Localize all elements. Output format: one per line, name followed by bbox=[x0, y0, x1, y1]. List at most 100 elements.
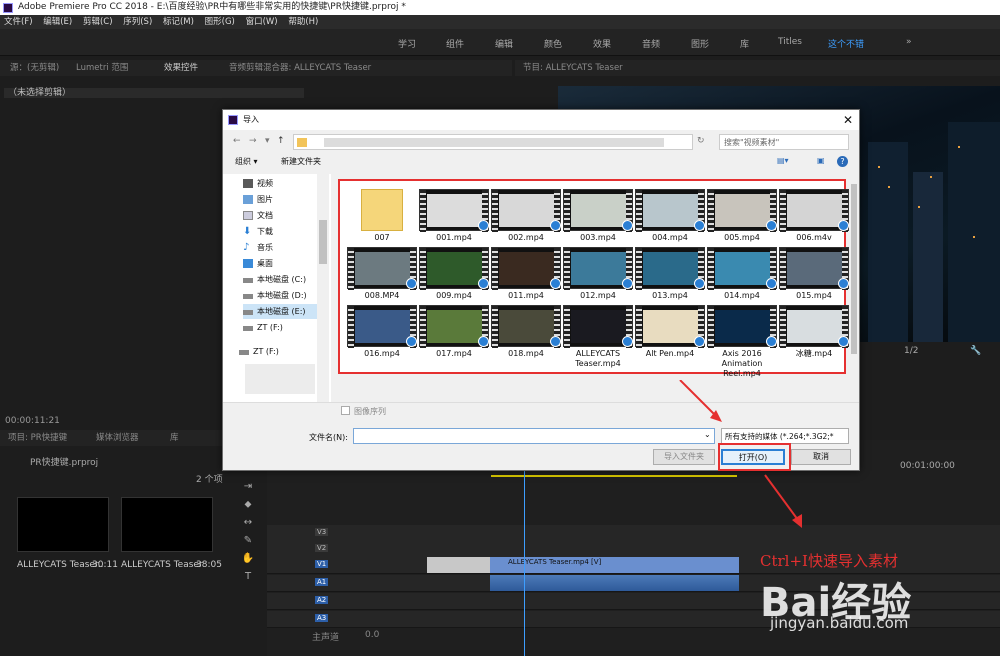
sidebar-item-drive-c[interactable]: 本地磁盘 (C:) bbox=[243, 272, 327, 287]
menu-edit[interactable]: 编辑(E) bbox=[43, 17, 72, 27]
tab-effect-controls[interactable]: 效果控件 bbox=[164, 60, 198, 76]
workspace-graphics[interactable]: 图形 bbox=[691, 37, 709, 50]
play-icon bbox=[694, 336, 705, 347]
play-icon bbox=[766, 278, 777, 289]
premiere-logo-icon bbox=[228, 115, 238, 125]
file-item[interactable]: 012.mp4 bbox=[563, 247, 633, 307]
sidebar-item-drive-f[interactable]: ZT (F:) bbox=[243, 320, 327, 335]
workspace-editing[interactable]: 编辑 bbox=[495, 37, 513, 50]
project-item-thumb-1[interactable] bbox=[17, 497, 109, 552]
file-item[interactable]: 011.mp4 bbox=[491, 247, 561, 307]
tab-source[interactable]: 源：(无剪辑) bbox=[10, 60, 59, 76]
hand-icon[interactable]: ✋ bbox=[240, 550, 256, 568]
workspace-effects[interactable]: 效果 bbox=[593, 37, 611, 50]
no-clip-label: （未选择剪辑） bbox=[4, 88, 304, 98]
workspace-libraries[interactable]: 库 bbox=[740, 37, 749, 50]
menu-window[interactable]: 窗口(W) bbox=[246, 17, 278, 27]
file-item[interactable]: 015.mp4 bbox=[779, 247, 849, 307]
file-item[interactable]: Alt Pen.mp4 bbox=[635, 305, 705, 365]
menu-sequence[interactable]: 序列(S) bbox=[123, 17, 152, 27]
workspace-overflow-icon[interactable]: » bbox=[906, 37, 912, 47]
file-item[interactable]: 001.mp4 bbox=[419, 189, 489, 249]
recent-dropdown-icon[interactable]: ▾ bbox=[265, 136, 270, 146]
search-input[interactable]: 搜索"视频素材" bbox=[719, 134, 849, 150]
menu-file[interactable]: 文件(F) bbox=[4, 17, 33, 27]
path-input[interactable] bbox=[293, 134, 693, 150]
preview-pane-icon[interactable]: ▣ bbox=[817, 156, 825, 165]
file-item[interactable]: 004.mp4 bbox=[635, 189, 705, 249]
refresh-icon[interactable]: ↻ bbox=[697, 136, 705, 146]
project-item-thumb-2[interactable] bbox=[121, 497, 213, 552]
file-name: 007 bbox=[374, 233, 390, 242]
menu-clip[interactable]: 剪辑(C) bbox=[83, 17, 113, 27]
type-tool-icon[interactable]: T bbox=[240, 568, 256, 586]
workspace-color[interactable]: 颜色 bbox=[544, 37, 562, 50]
file-item[interactable]: 009.mp4 bbox=[419, 247, 489, 307]
sidebar-item-documents[interactable]: 文档 bbox=[243, 208, 327, 223]
video-thumbnail bbox=[491, 189, 561, 232]
wrench-icon[interactable]: 🔧 bbox=[970, 346, 981, 356]
video-thumbnail bbox=[347, 305, 417, 348]
file-item[interactable]: 016.mp4 bbox=[347, 305, 417, 365]
workspace-assembly[interactable]: 组件 bbox=[446, 37, 464, 50]
file-item[interactable]: 008.MP4 bbox=[347, 247, 417, 307]
menu-help[interactable]: 帮助(H) bbox=[288, 17, 318, 27]
close-icon[interactable]: ✕ bbox=[843, 110, 853, 130]
track-select-icon[interactable]: ⇥ bbox=[240, 478, 256, 496]
new-folder-button[interactable]: 新建文件夹 bbox=[281, 156, 321, 167]
file-item[interactable]: 002.mp4 bbox=[491, 189, 561, 249]
tab-project[interactable]: 项目: PR快捷键 bbox=[8, 430, 67, 446]
playhead[interactable] bbox=[524, 470, 525, 656]
annotation-arrows bbox=[679, 380, 802, 528]
file-item[interactable]: 017.mp4 bbox=[419, 305, 489, 365]
tab-libraries[interactable]: 库 bbox=[170, 430, 179, 446]
file-grid-scrollbar[interactable] bbox=[850, 176, 858, 402]
sidebar-item-drive-d[interactable]: 本地磁盘 (D:) bbox=[243, 288, 327, 303]
image-sequence-checkbox[interactable] bbox=[341, 406, 350, 415]
sidebar-item-downloads[interactable]: ⬇ 下载 bbox=[243, 224, 327, 239]
video-thumbnail bbox=[563, 305, 633, 348]
file-item[interactable]: 冰糖.mp4 bbox=[779, 305, 849, 365]
video-thumbnail bbox=[347, 247, 417, 290]
sidebar-item-videos[interactable]: 视频 bbox=[243, 176, 327, 191]
clip-video[interactable]: ALLEYCATS Teaser.mp4 [V] bbox=[490, 557, 739, 573]
tab-audio-mixer[interactable]: 音频剪辑混合器: ALLEYCATS Teaser bbox=[229, 60, 371, 76]
view-icon[interactable]: ▤▾ bbox=[777, 156, 789, 165]
tab-lumetri[interactable]: Lumetri 范围 bbox=[76, 60, 128, 76]
up-icon[interactable]: ↑ bbox=[277, 136, 285, 146]
organize-button[interactable]: 组织 ▾ bbox=[235, 156, 258, 167]
back-icon[interactable]: ← bbox=[233, 136, 241, 146]
file-item[interactable]: 006.m4v bbox=[779, 189, 849, 249]
pen-icon[interactable]: ✎ bbox=[240, 532, 256, 550]
file-item[interactable]: 003.mp4 bbox=[563, 189, 633, 249]
tab-media-browser[interactable]: 媒体浏览器 bbox=[96, 430, 139, 446]
help-icon[interactable]: ? bbox=[837, 156, 848, 167]
menu-graphics[interactable]: 图形(G) bbox=[205, 17, 235, 27]
workspace-learn[interactable]: 学习 bbox=[398, 37, 416, 50]
sidebar-item-desktop[interactable]: 桌面 bbox=[243, 256, 327, 271]
program-zoom[interactable]: 1/2 bbox=[904, 346, 918, 356]
slip-icon[interactable]: ↔ bbox=[240, 514, 256, 532]
workspace-titles[interactable]: Titles bbox=[778, 37, 802, 47]
sidebar-item-music[interactable]: ♪ 音乐 bbox=[243, 240, 327, 255]
file-item[interactable]: 013.mp4 bbox=[635, 247, 705, 307]
clip-audio[interactable] bbox=[490, 575, 739, 591]
file-item[interactable]: 007 bbox=[347, 189, 417, 249]
file-item[interactable]: Axis 2016 Animation Reel.mp4 bbox=[707, 305, 777, 378]
file-item[interactable]: 014.mp4 bbox=[707, 247, 777, 307]
workspace-custom[interactable]: 这个不错 bbox=[828, 37, 864, 50]
menu-marker[interactable]: 标记(M) bbox=[163, 17, 194, 27]
sidebar-item-pictures[interactable]: 图片 bbox=[243, 192, 327, 207]
sidebar-scrollbar[interactable] bbox=[317, 174, 329, 402]
file-item[interactable]: 005.mp4 bbox=[707, 189, 777, 249]
file-name: Alt Pen.mp4 bbox=[645, 349, 695, 358]
image-sequence-label: 图像序列 bbox=[354, 407, 386, 416]
workspace-audio[interactable]: 音频 bbox=[642, 37, 660, 50]
master-track-value[interactable]: 0.0 bbox=[365, 630, 379, 640]
file-item[interactable]: ALLEYCATS Teaser.mp4 bbox=[563, 305, 633, 368]
forward-icon[interactable]: → bbox=[249, 136, 257, 146]
sidebar-item-drive-f-2[interactable]: ZT (F:) bbox=[239, 344, 323, 359]
file-item[interactable]: 018.mp4 bbox=[491, 305, 561, 365]
sidebar-item-drive-e[interactable]: 本地磁盘 (E:) bbox=[243, 304, 327, 319]
razor-icon[interactable]: ⬥ bbox=[240, 496, 256, 514]
